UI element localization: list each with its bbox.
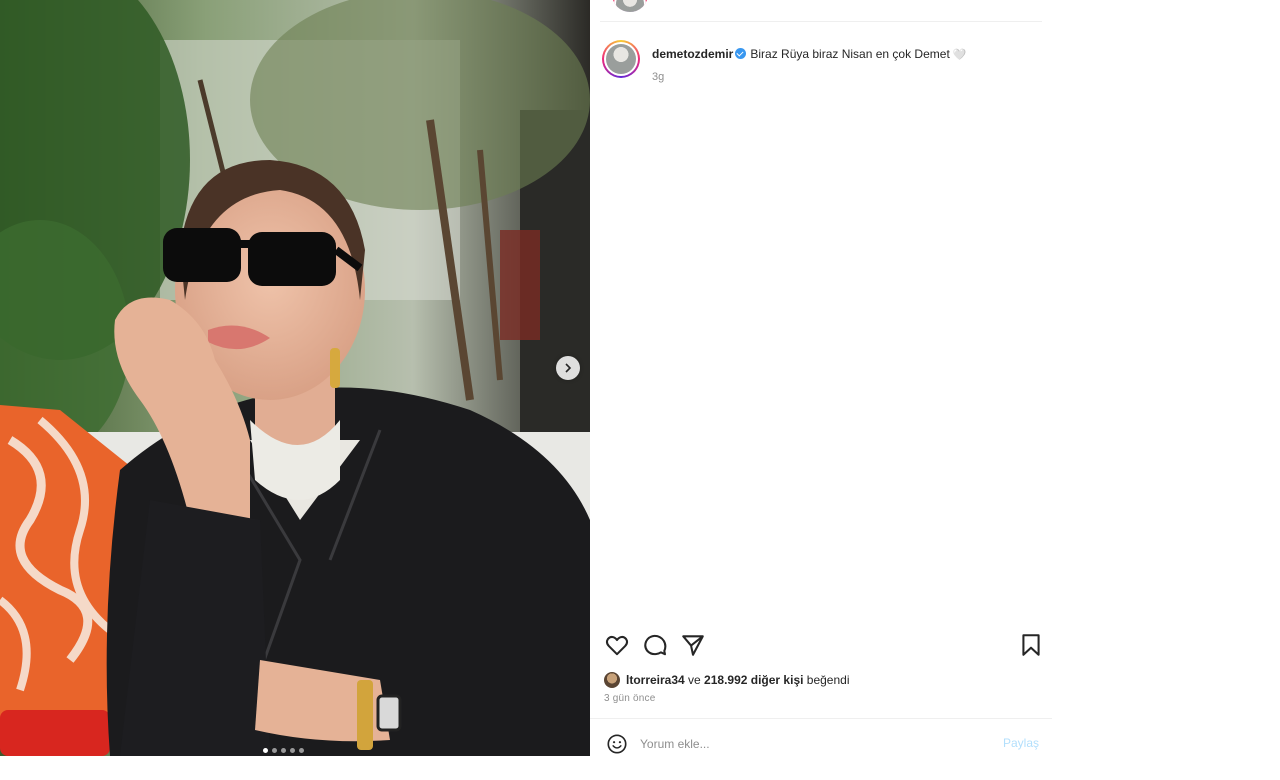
avatar-image (606, 44, 636, 74)
comment-icon[interactable] (642, 632, 668, 658)
caption-body: Biraz Rüya biraz Nisan en çok Demet (750, 47, 950, 61)
likes-summary: ltorreira34 ve 218.992 diğer kişi beğend… (604, 672, 850, 688)
liker-avatar[interactable] (604, 672, 620, 688)
likes-connector: ve (684, 673, 705, 687)
send-icon[interactable] (680, 632, 706, 658)
header-avatar[interactable] (612, 0, 648, 12)
post-details-panel: demetozdemir Biraz Rüya biraz Nisan en ço… (590, 0, 1052, 780)
heart-icon[interactable] (604, 632, 630, 658)
username-link[interactable]: demetozdemir (652, 47, 733, 61)
comment-input[interactable] (640, 733, 980, 755)
avatar[interactable] (602, 40, 640, 78)
chevron-right-icon (565, 363, 572, 373)
post-image (0, 0, 590, 756)
carousel-dot[interactable] (281, 748, 286, 753)
post-timestamp[interactable]: 3 gün önce (604, 693, 656, 704)
caption-text-block: demetozdemir Biraz Rüya biraz Nisan en ço… (652, 46, 966, 85)
post-header (600, 0, 1042, 22)
carousel-next-button[interactable] (556, 356, 580, 380)
carousel-dot[interactable] (263, 748, 268, 753)
caption: demetozdemir Biraz Rüya biraz Nisan en ço… (602, 40, 966, 85)
carousel-indicator (263, 748, 304, 753)
carousel-dot[interactable] (290, 748, 295, 753)
instagram-post-view: demetozdemir Biraz Rüya biraz Nisan en ço… (0, 0, 1280, 780)
liker-username[interactable]: ltorreira34 (626, 673, 685, 687)
white-heart-emoji: 🤍 (952, 49, 967, 61)
likes-count-link[interactable]: 218.992 diğer kişi (704, 673, 803, 687)
caption-timestamp[interactable]: 3g (652, 69, 966, 85)
post-comment-button[interactable]: Paylaş (1003, 736, 1039, 750)
verified-badge-icon (735, 48, 747, 59)
post-photo[interactable] (0, 0, 590, 756)
likes-suffix: beğendi (803, 673, 850, 687)
action-bar (604, 632, 1044, 660)
carousel-dot[interactable] (299, 748, 304, 753)
carousel-dot[interactable] (272, 748, 277, 753)
comment-bar: Paylaş (590, 718, 1052, 770)
smiley-icon[interactable] (606, 733, 628, 755)
bookmark-icon[interactable] (1018, 632, 1044, 658)
